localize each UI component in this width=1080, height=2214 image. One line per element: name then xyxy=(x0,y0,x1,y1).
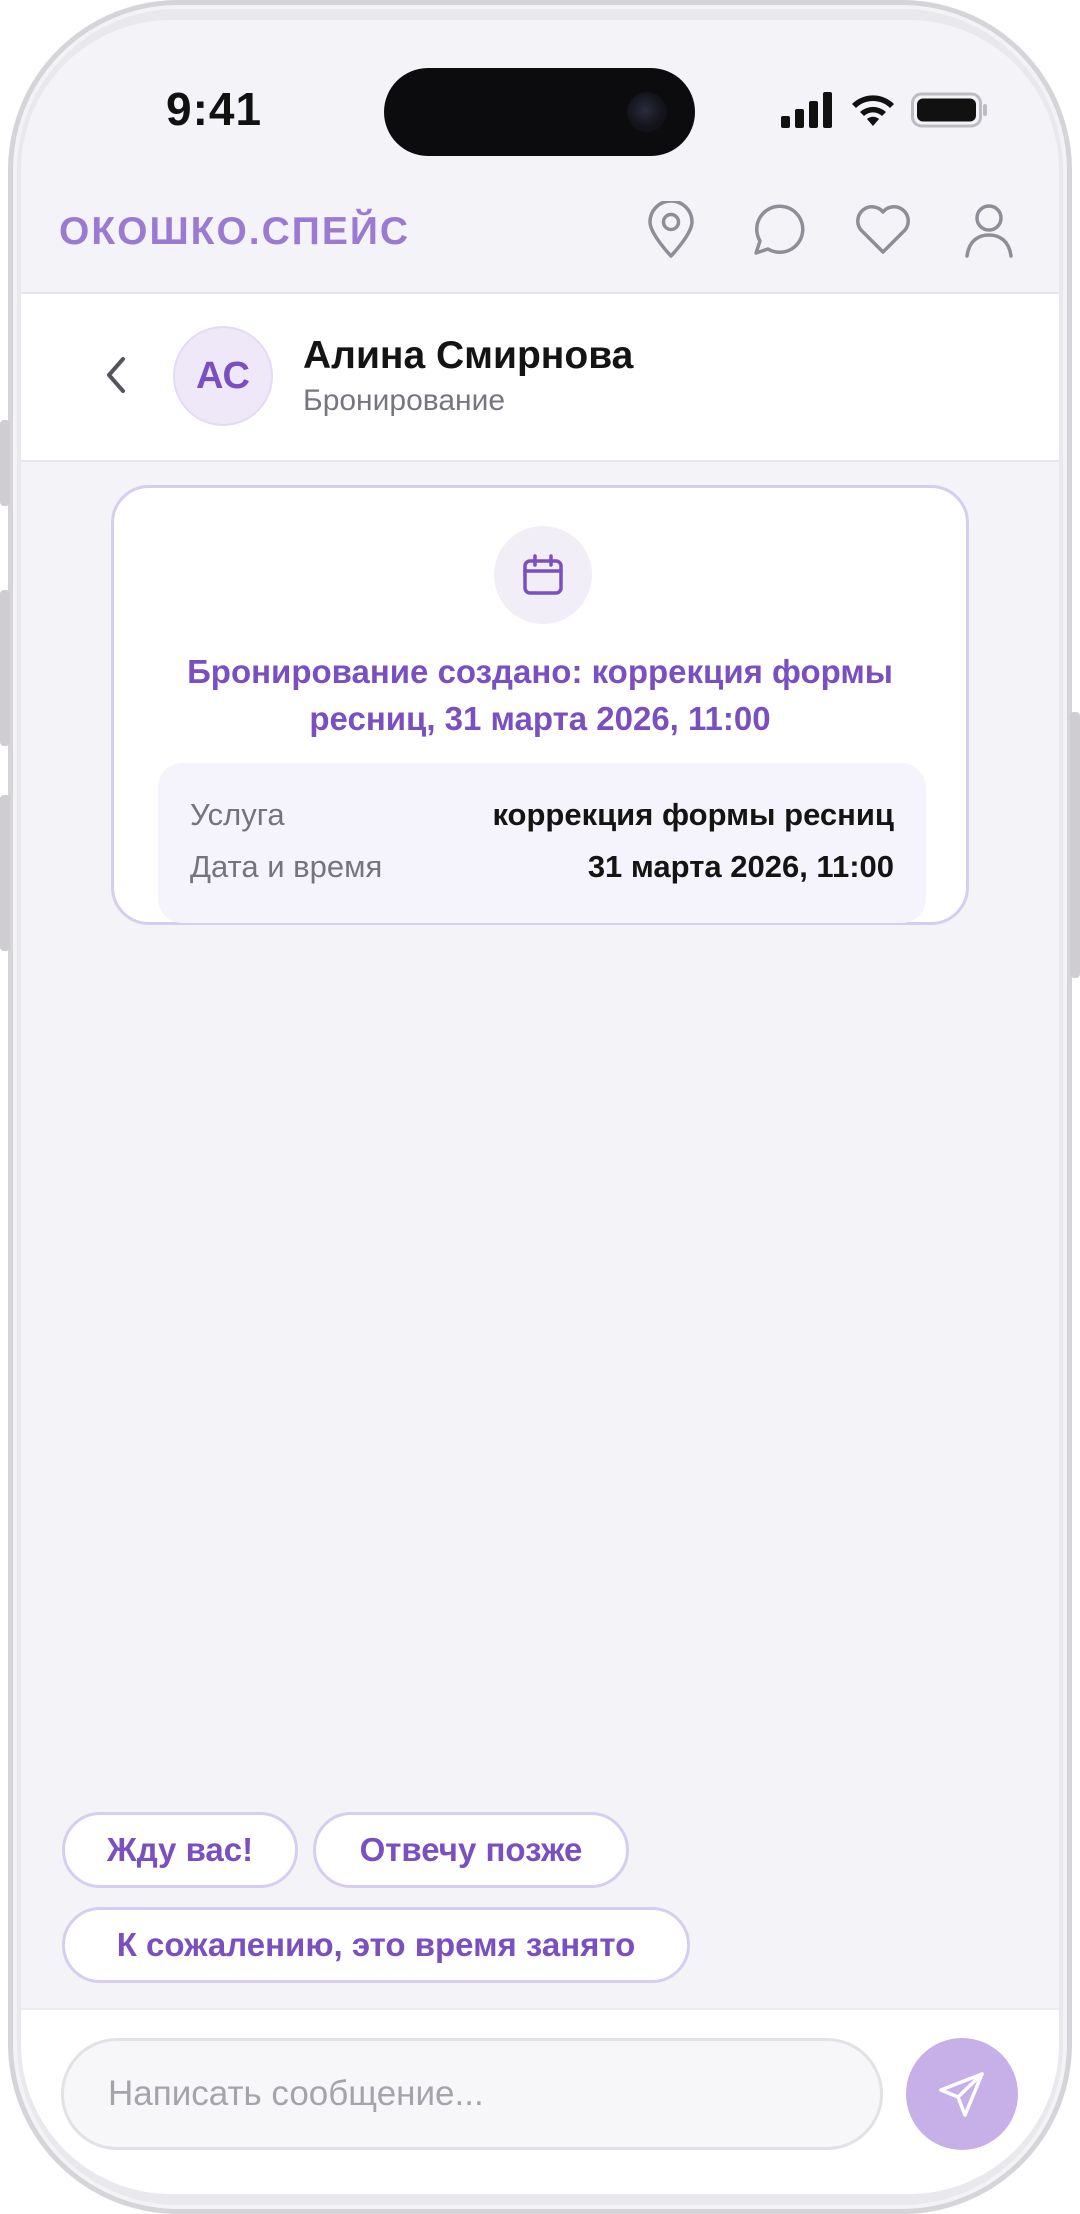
detail-row-datetime: Дата и время 31 марта 2026, 11:00 xyxy=(190,845,894,889)
action-button xyxy=(0,420,10,506)
detail-value: 31 марта 2026, 11:00 xyxy=(587,849,894,884)
profile-icon[interactable] xyxy=(959,200,1019,260)
app-header: ОКОШКО.СПЕЙС xyxy=(21,180,1059,294)
send-button[interactable] xyxy=(906,2038,1018,2150)
volume-down-button xyxy=(0,795,10,951)
booking-details: Услуга коррекция формы ресниц Дата и вре… xyxy=(158,763,926,923)
screen: 9:41 ОКОШКО.СПЕЙС АС Алина Смирнова Брон… xyxy=(21,20,1059,2194)
booking-title: Бронирование создано: коррекция формы ре… xyxy=(187,653,893,737)
camera-icon xyxy=(627,92,667,132)
heart-icon[interactable] xyxy=(853,200,913,260)
status-bar: 9:41 xyxy=(21,20,1059,180)
dynamic-island xyxy=(384,68,695,156)
detail-label: Услуга xyxy=(190,797,285,832)
volume-up-button xyxy=(0,590,10,746)
calendar-icon xyxy=(523,554,563,595)
cellular-signal-icon xyxy=(781,92,832,128)
chat-icon[interactable] xyxy=(747,200,807,260)
contact-subtitle: Бронирование xyxy=(303,384,506,417)
detail-value: коррекция формы ресниц xyxy=(492,797,894,832)
send-icon xyxy=(939,2072,984,2117)
avatar[interactable]: АС xyxy=(173,326,273,426)
back-button[interactable] xyxy=(81,340,151,410)
status-time: 9:41 xyxy=(166,83,263,135)
header-nav xyxy=(641,200,1019,260)
contact-name: Алина Смирнова xyxy=(303,334,634,377)
quick-reply-button[interactable]: Жду вас! xyxy=(62,1812,298,1888)
brand-logo[interactable]: ОКОШКО.СПЕЙС xyxy=(59,210,410,254)
booking-card: Бронирование создано: коррекция формы ре… xyxy=(111,485,969,925)
location-icon[interactable] xyxy=(641,200,701,260)
power-button xyxy=(1070,712,1080,978)
detail-label: Дата и время xyxy=(190,849,383,884)
wifi-icon xyxy=(852,95,894,126)
chat-header: АС Алина Смирнова Бронирование xyxy=(21,294,1059,462)
chevron-left-icon xyxy=(107,357,125,393)
message-composer xyxy=(21,2008,1059,2194)
quick-reply-button[interactable]: Отвечу позже xyxy=(313,1812,629,1888)
detail-row-service: Услуга коррекция формы ресниц xyxy=(190,793,894,837)
system-icons xyxy=(781,90,989,130)
battery-icon xyxy=(911,92,987,128)
quick-reply-button[interactable]: К сожалению, это время занято xyxy=(62,1907,690,1983)
message-input[interactable] xyxy=(61,2038,883,2150)
calendar-icon-badge xyxy=(494,526,592,624)
